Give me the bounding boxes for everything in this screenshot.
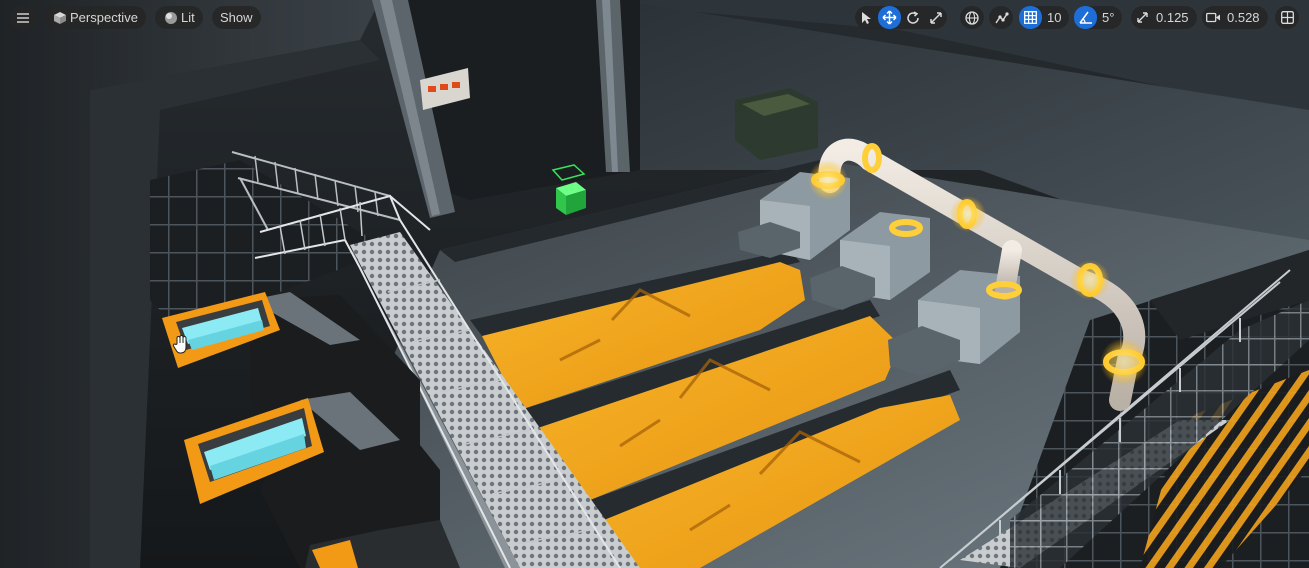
view-mode-label: Perspective <box>70 10 138 25</box>
viewport-layout-button[interactable] <box>1275 6 1299 29</box>
surface-snapping-button[interactable] <box>989 6 1013 29</box>
scale-snap-value[interactable]: 0.125 <box>1154 10 1197 25</box>
view-mode-button[interactable]: Perspective <box>44 6 146 29</box>
globe-icon <box>965 10 979 25</box>
viewport-options-menu-button[interactable] <box>10 6 36 29</box>
lighting-mode-label: Lit <box>181 10 195 25</box>
move-arrows-icon <box>882 10 897 25</box>
arrow-cursor-icon <box>862 11 871 24</box>
show-flags-label: Show <box>220 10 253 25</box>
grid-snap-toggle[interactable] <box>1019 6 1042 29</box>
scale-tool-button[interactable] <box>924 6 947 29</box>
scene-render[interactable] <box>0 0 1309 568</box>
hamburger-menu-icon <box>17 12 29 23</box>
scale-snap-group: 0.125 <box>1131 6 1197 29</box>
diagonal-arrow-icon <box>1137 12 1148 23</box>
rotation-snap-value[interactable]: 5° <box>1097 10 1122 25</box>
viewport-layout-icon <box>1280 11 1294 24</box>
camera-speed-group[interactable]: 0.528 <box>1202 6 1268 29</box>
lighting-mode-button[interactable]: Lit <box>155 6 203 29</box>
coordinate-system-button[interactable] <box>960 6 984 29</box>
select-tool-button[interactable] <box>855 6 878 29</box>
sphere-icon <box>161 6 181 29</box>
show-flags-button[interactable]: Show <box>212 6 261 29</box>
grid-snap-group: 10 <box>1019 6 1070 29</box>
scale-icon <box>929 11 942 24</box>
grid-snap-value[interactable]: 10 <box>1042 10 1069 25</box>
rotate-icon <box>906 10 919 24</box>
translate-tool-button[interactable] <box>878 6 901 29</box>
angle-icon <box>1078 11 1092 24</box>
cube-icon <box>50 6 70 29</box>
level-viewport[interactable]: Perspective Lit Show 10 5° 0.125 0.528 <box>0 0 1309 568</box>
rotation-snap-group: 5° <box>1074 6 1123 29</box>
video-camera-icon <box>1202 6 1225 29</box>
rotation-snap-toggle[interactable] <box>1074 6 1097 29</box>
grid-icon <box>1024 11 1037 24</box>
hand-cursor-icon <box>172 335 187 354</box>
surface-snap-icon <box>994 11 1009 23</box>
scale-snap-toggle[interactable] <box>1131 6 1154 29</box>
transform-tools-group <box>855 6 947 29</box>
camera-speed-value: 0.528 <box>1227 10 1260 25</box>
rotate-tool-button[interactable] <box>901 6 924 29</box>
